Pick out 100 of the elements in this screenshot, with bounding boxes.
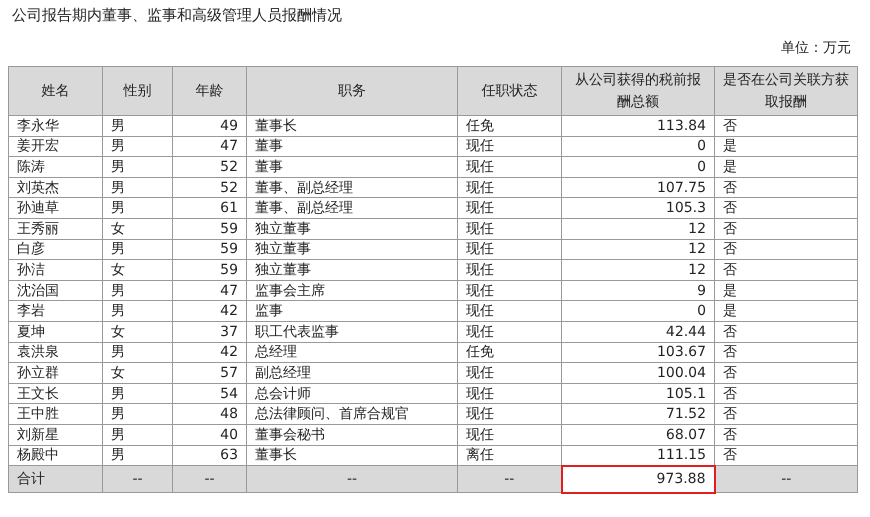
column-header: 职务 bbox=[246, 66, 458, 116]
table-cell: 袁洪泉 bbox=[8, 342, 102, 363]
table-cell: 王中胜 bbox=[8, 404, 102, 424]
table-cell: 男 bbox=[102, 404, 172, 424]
table-cell: 107.75 bbox=[562, 177, 714, 198]
table-cell: 独立董事 bbox=[246, 260, 458, 280]
table-cell: 刘英杰 bbox=[8, 177, 102, 198]
table-cell: 独立董事 bbox=[246, 239, 458, 260]
table-cell: 42 bbox=[172, 342, 246, 363]
table-cell: 孙立群 bbox=[8, 362, 102, 384]
table-cell: 现任 bbox=[458, 424, 562, 445]
table-cell: 刘新星 bbox=[8, 424, 102, 445]
table-cell: 52 bbox=[172, 177, 246, 198]
table-cell: 47 bbox=[172, 136, 246, 157]
table-cell: 12 bbox=[562, 218, 714, 240]
table-cell: 52 bbox=[172, 156, 246, 178]
table-cell: 现任 bbox=[458, 156, 562, 178]
table-cell: 男 bbox=[102, 300, 172, 322]
table-cell: 男 bbox=[102, 198, 172, 218]
table-cell: 现任 bbox=[458, 260, 562, 280]
column-header: 从公司获得的税前报酬总额 bbox=[562, 66, 714, 116]
table-cell: 董事、副总经理 bbox=[246, 177, 458, 198]
table-cell: 是 bbox=[714, 156, 858, 178]
table-cell: 男 bbox=[102, 156, 172, 178]
table-cell: 59 bbox=[172, 218, 246, 240]
table-cell: 女 bbox=[102, 321, 172, 342]
total-cell: -- bbox=[102, 466, 172, 493]
table-cell: 57 bbox=[172, 362, 246, 384]
table-cell: 李岩 bbox=[8, 300, 102, 322]
table-cell: 孙洁 bbox=[8, 260, 102, 280]
table-cell: 否 bbox=[714, 424, 858, 445]
table-cell: 男 bbox=[102, 177, 172, 198]
table-cell: 0 bbox=[562, 300, 714, 322]
total-cell: -- bbox=[458, 466, 562, 493]
total-cell: 合计 bbox=[8, 466, 102, 493]
table-cell: 0 bbox=[562, 156, 714, 178]
table-cell: 男 bbox=[102, 424, 172, 445]
table-cell: 否 bbox=[714, 321, 858, 342]
column-header: 姓名 bbox=[8, 66, 102, 116]
table-cell: 现任 bbox=[458, 177, 562, 198]
table-cell: 董事、副总经理 bbox=[246, 198, 458, 218]
table-cell: 59 bbox=[172, 239, 246, 260]
table-cell: 总会计师 bbox=[246, 383, 458, 404]
column-header: 任职状态 bbox=[458, 66, 562, 116]
total-cell: -- bbox=[172, 466, 246, 493]
table-cell: 副总经理 bbox=[246, 362, 458, 384]
table-cell: 否 bbox=[714, 383, 858, 404]
table-cell: 监事会主席 bbox=[246, 280, 458, 301]
table-cell: 49 bbox=[172, 116, 246, 136]
table-cell: 否 bbox=[714, 116, 858, 136]
table-cell: 董事 bbox=[246, 156, 458, 178]
table-cell: 42 bbox=[172, 300, 246, 322]
table-cell: 61 bbox=[172, 198, 246, 218]
table-cell: 总法律顾问、首席合规官 bbox=[246, 404, 458, 424]
table-cell: 否 bbox=[714, 239, 858, 260]
table-cell: 任免 bbox=[458, 342, 562, 363]
table-cell: 总经理 bbox=[246, 342, 458, 363]
column-header: 是否在公司关联方获取报酬 bbox=[714, 66, 858, 116]
table-cell: 男 bbox=[102, 239, 172, 260]
table-cell: 李永华 bbox=[8, 116, 102, 136]
table-cell: 54 bbox=[172, 383, 246, 404]
total-cell: -- bbox=[714, 466, 858, 493]
table-cell: 否 bbox=[714, 260, 858, 280]
unit-label: 单位：万元 bbox=[780, 39, 851, 58]
table-cell: 100.04 bbox=[562, 362, 714, 384]
table-cell: 40 bbox=[172, 424, 246, 445]
table-cell: 女 bbox=[102, 260, 172, 280]
table-cell: 姜开宏 bbox=[8, 136, 102, 157]
table-cell: 否 bbox=[714, 177, 858, 198]
table-cell: 女 bbox=[102, 218, 172, 240]
table-cell: 是 bbox=[714, 300, 858, 322]
table-cell: 否 bbox=[714, 404, 858, 424]
table-cell: 0 bbox=[562, 136, 714, 157]
table-cell: 105.1 bbox=[562, 383, 714, 404]
table-cell: 否 bbox=[714, 342, 858, 363]
table-cell: 是 bbox=[714, 280, 858, 301]
table-cell: 董事 bbox=[246, 136, 458, 157]
table-cell: 王文长 bbox=[8, 383, 102, 404]
table-cell: 113.84 bbox=[562, 116, 714, 136]
table-cell: 47 bbox=[172, 280, 246, 301]
table-cell: 42.44 bbox=[562, 321, 714, 342]
table-cell: 男 bbox=[102, 116, 172, 136]
table-cell: 12 bbox=[562, 239, 714, 260]
table-cell: 现任 bbox=[458, 300, 562, 322]
table-cell: 现任 bbox=[458, 383, 562, 404]
table-cell: 否 bbox=[714, 218, 858, 240]
table-cell: 37 bbox=[172, 321, 246, 342]
table-cell: 白彦 bbox=[8, 239, 102, 260]
table-cell: 王秀丽 bbox=[8, 218, 102, 240]
table-cell: 现任 bbox=[458, 239, 562, 260]
table-cell: 现任 bbox=[458, 362, 562, 384]
table-cell: 48 bbox=[172, 404, 246, 424]
table-cell: 董事长 bbox=[246, 116, 458, 136]
table-cell: 任免 bbox=[458, 116, 562, 136]
table-cell: 现任 bbox=[458, 280, 562, 301]
table-cell: 男 bbox=[102, 136, 172, 157]
table-cell: 9 bbox=[562, 280, 714, 301]
table-cell: 59 bbox=[172, 260, 246, 280]
table-title: 公司报告期内董事、监事和高级管理人员报酬情况 bbox=[11, 5, 343, 25]
table-cell: 否 bbox=[714, 198, 858, 218]
